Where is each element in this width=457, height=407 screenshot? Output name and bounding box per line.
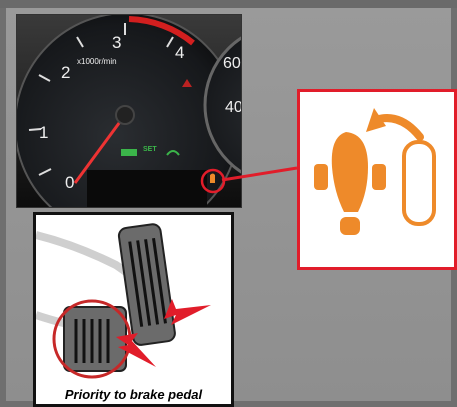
- pedals-svg: [36, 223, 211, 379]
- brake-override-callout: [297, 89, 457, 270]
- accelerator-outline-icon: [402, 140, 436, 226]
- pedal-heel-icon: [340, 217, 360, 235]
- pedal-illustration: Priority to brake pedal: [33, 212, 234, 407]
- brake-pedal: [52, 299, 132, 379]
- brake-override-icon: [314, 108, 436, 235]
- callout-connector: [221, 166, 298, 182]
- pedal-left-bar-icon: [314, 164, 328, 190]
- pedal-right-bar-icon: [372, 164, 386, 190]
- brake-pedal-shape-icon: [331, 132, 368, 212]
- pedal-caption: Priority to brake pedal: [64, 387, 203, 402]
